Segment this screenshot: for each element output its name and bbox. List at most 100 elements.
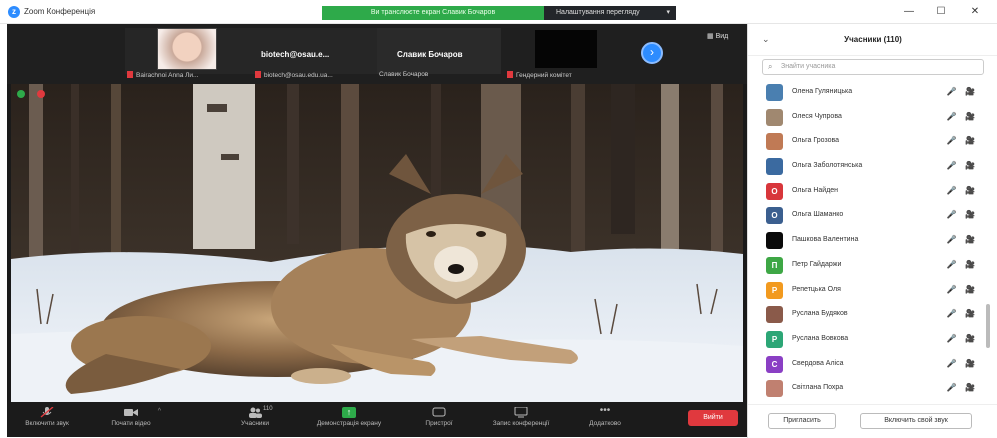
thumbnail-label-text: Гендерний комітет bbox=[516, 72, 572, 79]
video-area: biotech@osau.e... Славик Бочаров › ▦ Вид… bbox=[7, 24, 747, 437]
participant-row[interactable]: Руслана Будяков 🎤 🎥 bbox=[762, 302, 984, 327]
avatar: С bbox=[766, 355, 783, 373]
mic-off-icon bbox=[255, 71, 261, 78]
avatar bbox=[766, 108, 783, 126]
more-dots-icon: ••• bbox=[599, 405, 611, 416]
chevron-down-icon: ▾ bbox=[666, 9, 670, 16]
thumbnail-label: biotech@osau.edu.ua... bbox=[255, 71, 333, 79]
participant-row[interactable]: Олена Гуляницька 🎤 🎥 bbox=[762, 80, 984, 105]
mic-camera-off-icon: 🎤 🎥 bbox=[946, 136, 978, 146]
video-thumbnail-black[interactable] bbox=[535, 30, 597, 68]
thumbnail-name: Славик Бочаров bbox=[397, 50, 463, 59]
participant-name: Ольга Заболотянська bbox=[792, 162, 863, 170]
more-button[interactable]: ••• Додатково bbox=[565, 402, 645, 437]
camera-icon bbox=[124, 409, 138, 416]
view-label: Вид bbox=[715, 33, 729, 40]
status-indicators bbox=[17, 90, 55, 100]
sharing-banner: Ви транслюєте екран Славик Бочаров bbox=[322, 6, 544, 20]
participants-panel: ⌄ Учасники (110) ⌕ Знайти учасника Олена… bbox=[747, 24, 997, 438]
participant-row[interactable]: С Свердова Аліса 🎤 🎥 bbox=[762, 352, 984, 377]
participant-row[interactable]: П Петр Гайдаржи 🎤 🎥 bbox=[762, 253, 984, 278]
recording-icon[interactable] bbox=[37, 90, 46, 98]
share-screen-label: Демонстрація екрану bbox=[316, 420, 382, 427]
mic-camera-off-icon: 🎤 🎥 bbox=[946, 185, 978, 195]
participant-row[interactable]: Р Репетцька Оля 🎤 🎥 bbox=[762, 278, 984, 303]
view-options-label: Налаштування перегляду bbox=[556, 9, 640, 16]
view-options-button[interactable]: Налаштування перегляду ▾ bbox=[544, 6, 676, 20]
participant-row[interactable]: Олеся Чупрова 🎤 🎥 bbox=[762, 105, 984, 130]
search-placeholder: Знайти учасника bbox=[781, 63, 836, 70]
chevron-up-icon[interactable]: ^ bbox=[158, 408, 161, 415]
panel-header: ⌄ Учасники (110) bbox=[748, 24, 997, 56]
participant-search-input[interactable]: ⌕ Знайти учасника bbox=[762, 59, 984, 75]
participant-name: Свердова Аліса bbox=[792, 359, 844, 367]
avatar: Р bbox=[766, 281, 783, 299]
next-page-button[interactable]: › bbox=[641, 42, 663, 64]
grid-icon: ▦ bbox=[707, 33, 716, 40]
chat-icon bbox=[432, 407, 446, 417]
mic-off-icon bbox=[507, 71, 513, 78]
unmute-button[interactable]: Включити звук bbox=[7, 402, 87, 437]
microphone-muted-icon bbox=[40, 407, 54, 418]
view-button[interactable]: ▦ Вид bbox=[707, 32, 728, 40]
participant-row[interactable]: О Ольга Шаманко 🎤 🎥 bbox=[762, 203, 984, 228]
participant-name: Олеся Чупрова bbox=[792, 112, 842, 120]
participant-name: Ольга Найден bbox=[792, 186, 839, 194]
participants-icon bbox=[249, 407, 262, 418]
mic-camera-off-icon: 🎤 🎥 bbox=[946, 383, 978, 393]
avatar: Р bbox=[766, 330, 783, 348]
avatar: О bbox=[766, 207, 783, 225]
participant-name: Ольга Шаманко bbox=[792, 211, 844, 219]
thumbnail-strip: biotech@osau.e... Славик Бочаров › ▦ Вид… bbox=[7, 24, 747, 84]
participant-row[interactable]: О Ольга Найден 🎤 🎥 bbox=[762, 179, 984, 204]
mic-camera-off-icon: 🎤 🎥 bbox=[946, 333, 978, 343]
security-shield-icon[interactable] bbox=[17, 90, 25, 98]
panel-scrollbar[interactable] bbox=[986, 304, 990, 348]
mic-camera-off-icon: 🎤 🎥 bbox=[946, 87, 978, 96]
avatar: П bbox=[766, 256, 783, 274]
start-video-label: Почати відео bbox=[111, 420, 151, 427]
participant-row[interactable]: Пашкова Валентина 🎤 🎥 bbox=[762, 228, 984, 253]
thumbnail-label: Славик Бочаров bbox=[379, 71, 429, 78]
participant-row[interactable]: Р Руслана Вовкова 🎤 🎥 bbox=[762, 327, 984, 352]
participant-row[interactable]: Світлана Похра 🎤 🎥 bbox=[762, 376, 984, 401]
participant-row[interactable]: Ольга Заболотянська 🎤 🎥 bbox=[762, 154, 984, 179]
participants-button[interactable]: 110 Учасники bbox=[215, 402, 295, 437]
avatar bbox=[766, 158, 783, 176]
search-icon: ⌕ bbox=[768, 62, 773, 71]
participant-name: Ольга Грозова bbox=[792, 137, 839, 145]
participant-name: Світлана Похра bbox=[792, 384, 844, 392]
participant-row[interactable]: Ольга Грозова 🎤 🎥 bbox=[762, 129, 984, 154]
zoom-logo-icon: z bbox=[8, 6, 20, 18]
record-icon bbox=[514, 407, 528, 418]
leave-button[interactable]: Вийти bbox=[688, 410, 738, 426]
start-video-button[interactable]: Почати відео ^ bbox=[91, 402, 171, 437]
participant-name: Руслана Будяков bbox=[792, 310, 848, 318]
mic-camera-off-icon: 🎤 🎥 bbox=[946, 284, 978, 294]
invite-button[interactable]: Пригласить bbox=[768, 413, 836, 429]
shared-screen-image bbox=[11, 84, 743, 402]
mic-camera-off-icon: 🎤 🎥 bbox=[946, 235, 978, 245]
close-button[interactable]: ✕ bbox=[963, 4, 987, 20]
avatar bbox=[766, 380, 783, 398]
window-title: Zoom Конференція bbox=[24, 7, 96, 16]
mic-camera-off-icon: 🎤 🎥 bbox=[946, 111, 978, 121]
devices-button[interactable]: Пристрої bbox=[399, 402, 479, 437]
thumbnail-label: Bairachnoi Anna Ли... bbox=[127, 71, 198, 79]
panel-title: Учасники (110) bbox=[844, 35, 902, 44]
title-bar: z Zoom Конференція Ви транслюєте екран С… bbox=[0, 0, 997, 24]
share-screen-button[interactable]: ↑ Демонстрація екрану bbox=[309, 402, 389, 437]
maximize-button[interactable]: ☐ bbox=[929, 4, 953, 20]
avatar bbox=[766, 84, 783, 101]
minimize-button[interactable]: — bbox=[897, 4, 921, 20]
participant-name: Петр Гайдаржи bbox=[792, 260, 842, 268]
participants-list: Олена Гуляницька 🎤 🎥 Олеся Чупрова 🎤 🎥 Ольга… bbox=[762, 80, 984, 401]
avatar bbox=[766, 306, 783, 324]
more-label: Додатково bbox=[589, 420, 621, 427]
thumbnail-label: Гендерний комітет bbox=[507, 71, 572, 79]
record-label: Запис конференції bbox=[492, 420, 550, 427]
record-button[interactable]: Запис конференції bbox=[481, 402, 561, 437]
unmute-label: Включити звук bbox=[25, 420, 69, 427]
unmute-me-button[interactable]: Включить свой звук bbox=[860, 413, 972, 429]
devices-label: Пристрої bbox=[425, 420, 453, 427]
